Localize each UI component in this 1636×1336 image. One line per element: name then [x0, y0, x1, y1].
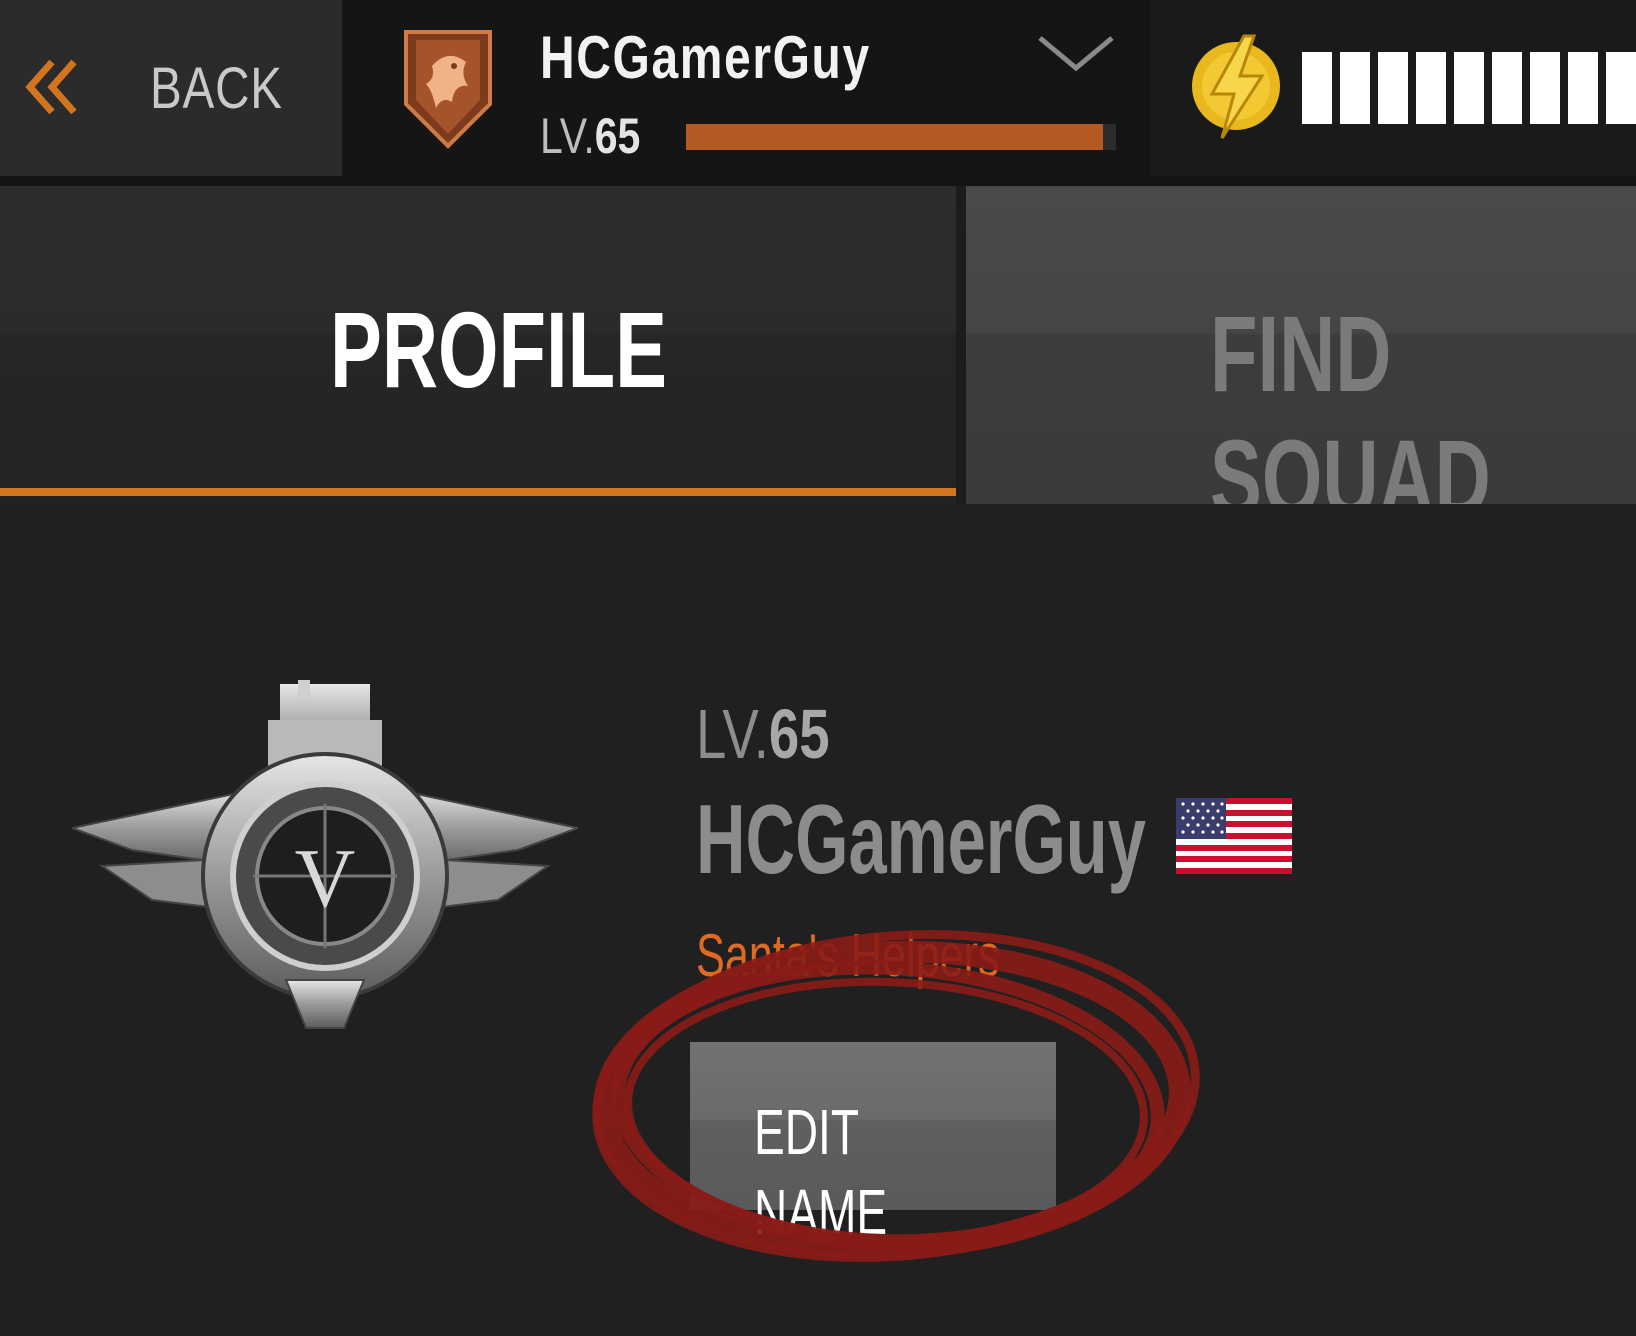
double-chevron-left-icon	[25, 59, 77, 115]
edit-name-label: EDIT NAME	[754, 1096, 888, 1248]
lion-shield-icon	[404, 30, 492, 149]
back-label: BACK	[150, 56, 283, 121]
player-panel[interactable]: HCGamerGuy LV.65	[344, 0, 1148, 176]
profile-level-prefix: LV.	[696, 695, 769, 773]
profile-level: LV.65	[696, 692, 830, 776]
energy-segment	[1492, 52, 1522, 124]
xp-bar-fill	[686, 124, 1104, 150]
energy-bar	[1302, 52, 1636, 124]
player-level: LV.65	[540, 104, 640, 168]
energy-segment	[1378, 52, 1408, 124]
tab-find-squad[interactable]: FIND SQUAD	[966, 186, 1636, 504]
xp-bar	[686, 124, 1116, 150]
tab-divider	[956, 186, 966, 504]
us-flag-icon	[1176, 798, 1292, 874]
energy-segment	[1454, 52, 1484, 124]
chevron-down-icon[interactable]	[1034, 30, 1118, 76]
tab-active-underline	[0, 488, 956, 496]
energy-segment	[1530, 52, 1560, 124]
svg-text:V: V	[295, 832, 356, 925]
lightning-bolt-icon	[1192, 34, 1280, 139]
energy-segment	[1302, 52, 1332, 124]
rank-emblem-icon: V	[72, 680, 578, 1029]
energy-segment	[1340, 52, 1370, 124]
energy-segment	[1606, 52, 1636, 124]
profile-level-value: 65	[768, 695, 830, 773]
level-prefix: LV.	[540, 108, 595, 164]
energy-panel	[1150, 0, 1636, 176]
tab-profile[interactable]: PROFILE	[0, 186, 956, 504]
energy-segment	[1568, 52, 1598, 124]
tab-bar: PROFILE FIND SQUAD	[0, 186, 1636, 504]
tab-profile-label: PROFILE	[330, 289, 667, 410]
level-value: 65	[594, 108, 641, 164]
profile-name: HCGamerGuy	[696, 784, 1146, 894]
top-bar: BACK HCGamerGuy LV.65	[0, 0, 1636, 186]
back-button[interactable]: BACK	[0, 0, 342, 176]
player-name: HCGamerGuy	[540, 24, 871, 91]
energy-segment	[1416, 52, 1446, 124]
tab-find-squad-label: FIND SQUAD	[1210, 293, 1491, 504]
edit-name-button[interactable]: EDIT NAME	[690, 1042, 1056, 1248]
squad-name[interactable]: Santa's Helpers	[696, 918, 1000, 994]
